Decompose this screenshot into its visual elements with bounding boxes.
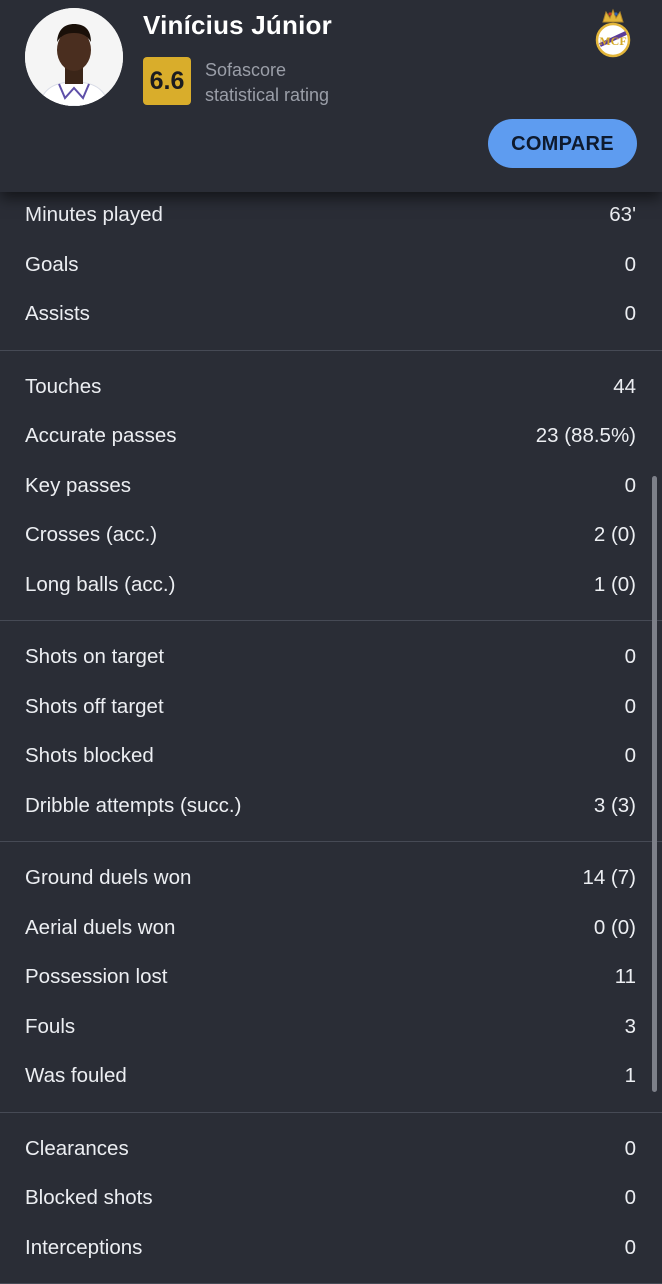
stat-value: 0	[625, 461, 636, 511]
stat-value: 0	[625, 632, 636, 682]
stat-label: Goals	[25, 240, 79, 290]
stat-value: 11	[615, 952, 636, 1002]
stat-label: Shots off target	[25, 682, 164, 732]
stat-value: 3	[625, 1002, 636, 1052]
rating-source: Sofascore statistical rating	[205, 58, 329, 108]
stats-list: Minutes played 63' Goals 0 Assists 0 Touches 44…	[0, 190, 662, 1284]
stat-group: Minutes played 63' Goals 0 Assists 0	[0, 190, 662, 351]
stat-row[interactable]: Assists 0	[0, 289, 662, 339]
stat-row[interactable]: Goals 0	[0, 240, 662, 290]
stat-row[interactable]: Possession lost 11	[0, 952, 662, 1002]
stat-row[interactable]: Was fouled 1	[0, 1051, 662, 1101]
stat-value: 1	[625, 1051, 636, 1101]
stat-row[interactable]: Interceptions 0	[0, 1223, 662, 1273]
stat-group: Clearances 0 Blocked shots 0 Interceptions 0	[0, 1113, 662, 1284]
stat-value: 0	[625, 289, 636, 339]
compare-button[interactable]: COMPARE	[488, 119, 637, 168]
stat-row[interactable]: Shots off target 0	[0, 682, 662, 732]
stat-label: Was fouled	[25, 1051, 127, 1101]
stat-row[interactable]: Dribble attempts (succ.) 3 (3)	[0, 781, 662, 831]
stat-value: 0	[625, 1223, 636, 1273]
player-header: Vinícius Júnior 6.6 Sofascore statistica…	[0, 0, 662, 192]
stat-label: Shots blocked	[25, 731, 154, 781]
stat-label: Dribble attempts (succ.)	[25, 781, 241, 831]
stat-value: 1 (0)	[594, 560, 636, 610]
svg-text:MCF: MCF	[599, 34, 626, 48]
rating-source-line2: statistical rating	[205, 83, 329, 108]
stat-label: Possession lost	[25, 952, 167, 1002]
stat-value: 0	[625, 240, 636, 290]
stat-row[interactable]: Touches 44	[0, 362, 662, 412]
stat-label: Long balls (acc.)	[25, 560, 175, 610]
stat-value: 2 (0)	[594, 510, 636, 560]
stat-group: Shots on target0Shots off target0Shots b…	[0, 621, 662, 842]
stat-label: Minutes played	[25, 190, 163, 240]
stat-value: 0	[625, 731, 636, 781]
stat-value: 23 (88.5%)	[536, 411, 636, 461]
rating-badge[interactable]: 6.6	[143, 57, 191, 105]
stat-value: 14 (7)	[582, 853, 636, 903]
stat-row[interactable]: Accurate passes 23 (88.5%)	[0, 411, 662, 461]
scrollbar[interactable]	[652, 476, 657, 1092]
stat-label: Interceptions	[25, 1223, 142, 1273]
stat-row[interactable]: Shots on target 0	[0, 632, 662, 682]
stat-label: Key passes	[25, 461, 131, 511]
stat-row[interactable]: Minutes played 63'	[0, 190, 662, 240]
stat-label: Blocked shots	[25, 1173, 153, 1223]
stat-row[interactable]: Blocked shots 0	[0, 1173, 662, 1223]
stat-row[interactable]: Clearances 0	[0, 1124, 662, 1174]
stat-row[interactable]: Crosses (acc.) 2 (0)	[0, 510, 662, 560]
stat-label: Touches	[25, 362, 101, 412]
player-avatar[interactable]	[25, 8, 123, 106]
stat-label: Aerial duels won	[25, 903, 175, 953]
stat-label: Shots on target	[25, 632, 164, 682]
stat-value: 0	[625, 682, 636, 732]
stat-label: Clearances	[25, 1124, 129, 1174]
stat-row[interactable]: Ground duels won 14 (7)	[0, 853, 662, 903]
stat-label: Accurate passes	[25, 411, 177, 461]
stat-label: Assists	[25, 289, 90, 339]
stat-value: 3 (3)	[594, 781, 636, 831]
stat-group: Touches44Accurate passes23 (88.5%)Key pa…	[0, 351, 662, 622]
rating-source-line1: Sofascore	[205, 58, 329, 83]
stat-group: Ground duels won 14 (7) Aerial duels won 0 …	[0, 842, 662, 1113]
stat-value: 0	[625, 1124, 636, 1174]
stat-row[interactable]: Shots blocked 0	[0, 731, 662, 781]
real-madrid-crest-icon[interactable]: MCF	[594, 8, 632, 58]
stat-row[interactable]: Fouls 3	[0, 1002, 662, 1052]
stat-label: Fouls	[25, 1002, 75, 1052]
player-photo-icon	[25, 8, 123, 106]
stat-label: Ground duels won	[25, 853, 191, 903]
stat-row[interactable]: Key passes 0	[0, 461, 662, 511]
player-name: Vinícius Júnior	[143, 10, 332, 41]
stat-row[interactable]: Long balls (acc.) 1 (0)	[0, 560, 662, 610]
stat-value: 63'	[609, 190, 636, 240]
stat-value: 44	[613, 362, 636, 412]
stat-label: Crosses (acc.)	[25, 510, 157, 560]
stat-row[interactable]: Aerial duels won 0 (0)	[0, 903, 662, 953]
stat-value: 0	[625, 1173, 636, 1223]
stat-value: 0 (0)	[594, 903, 636, 953]
